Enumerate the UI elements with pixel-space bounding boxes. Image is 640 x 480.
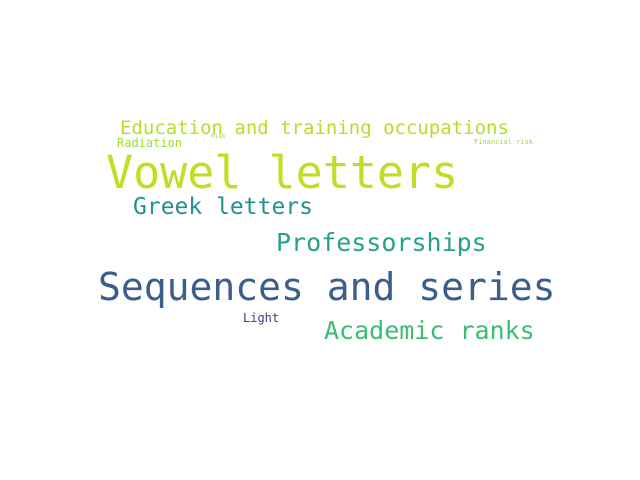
word-cloud: Education and training occupations Radia… <box>0 0 640 480</box>
word-risk: Risk <box>211 133 226 140</box>
word-professorships: Professorships <box>276 228 487 257</box>
word-sequences-and-series: Sequences and series <box>98 265 556 309</box>
word-greek-letters: Greek letters <box>133 194 314 220</box>
word-vowel-letters: Vowel letters <box>106 146 459 199</box>
word-light: Light <box>243 311 280 325</box>
word-financial-risk: Financial risk <box>474 138 534 146</box>
word-academic-ranks: Academic ranks <box>324 316 535 345</box>
